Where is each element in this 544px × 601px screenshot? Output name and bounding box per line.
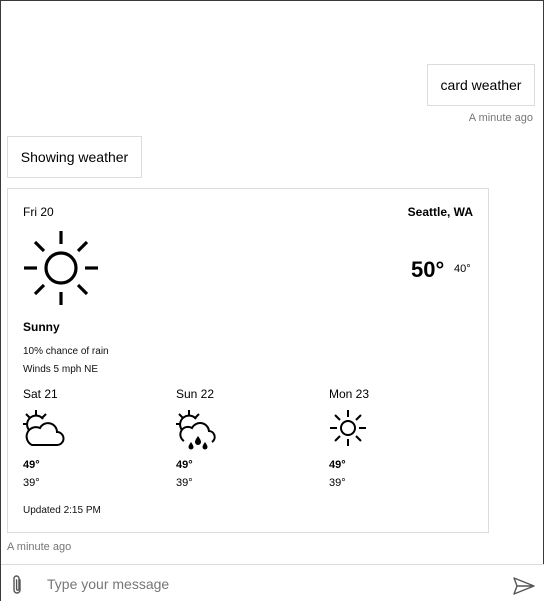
weather-location: Seattle, WA [407,205,473,219]
forecast-day-label: Mon 23 [329,387,370,401]
message-input[interactable] [47,572,487,596]
forecast-day-label: Sat 21 [23,387,58,401]
forecast-low: 39° [329,477,346,489]
sun-icon [24,231,98,305]
partly-cloudy-icon [23,410,65,446]
message-composer [1,564,544,601]
chat-window: card weather A minute ago Showing weathe… [0,0,544,601]
forecast-day: Sun 22 49° 39° [176,387,306,497]
forecast-high: 49° [329,459,346,471]
current-low-temperature: 40° [454,263,471,275]
bot-message-bubble: Showing weather [7,136,142,178]
forecast-day: Mon 23 49° 39° [329,387,459,497]
weather-date: Fri 20 [23,205,54,219]
user-message-bubble: card weather [427,64,535,106]
weather-condition: Sunny [23,320,60,334]
rain-cloud-icon [176,410,216,450]
current-temperature: 50° [411,257,445,282]
bot-message-timestamp: A minute ago [7,541,72,553]
forecast-low: 39° [23,477,40,489]
forecast-day-label: Sun 22 [176,387,215,401]
forecast-day: Sat 21 49° 39° [23,387,153,497]
forecast-low: 39° [176,477,193,489]
forecast-high: 49° [176,459,193,471]
forecast-high: 49° [23,459,40,471]
paperclip-icon[interactable] [10,574,24,596]
rain-chance: 10% chance of rain [23,346,109,357]
user-message-text: card weather [440,77,522,93]
user-message-timestamp: A minute ago [468,112,533,124]
sun-icon [330,410,366,446]
wind-info: Winds 5 mph NE [23,364,99,375]
updated-time: Updated 2:15 PM [23,505,101,516]
weather-card: Fri 20 Seattle, WA 50° 40° Sunny 10% cha… [7,188,489,533]
send-icon[interactable] [513,577,535,595]
bot-message-text: Showing weather [20,149,129,165]
